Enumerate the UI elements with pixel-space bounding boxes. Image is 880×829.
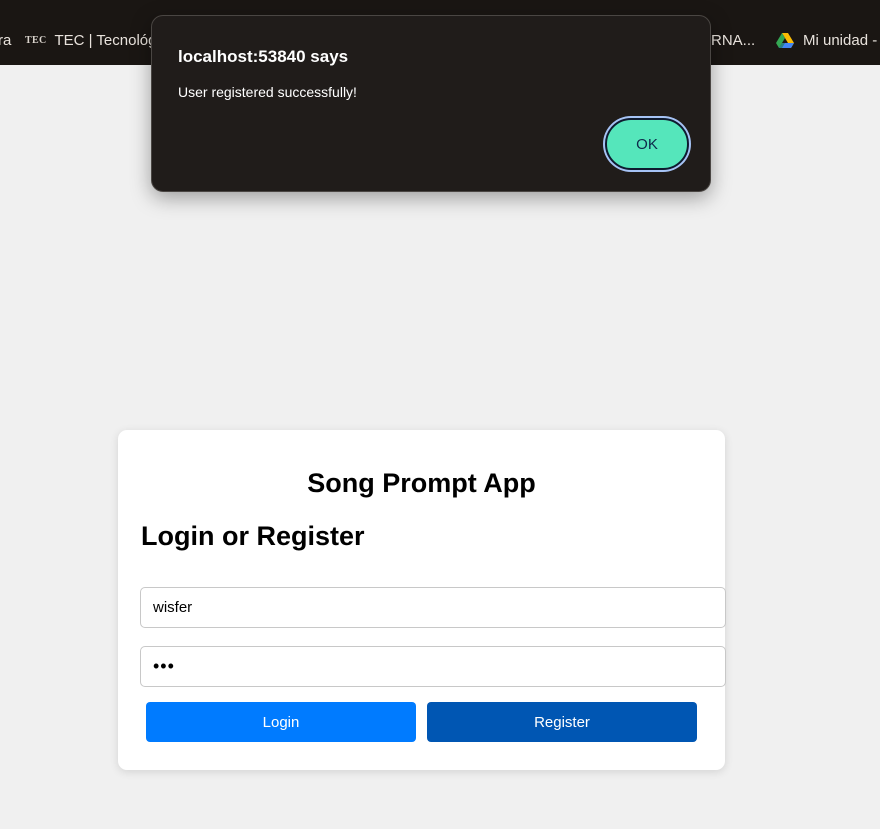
bookmark-partial-left-label: ra — [0, 32, 12, 49]
password-input[interactable] — [140, 646, 726, 687]
bookmark-partial-mid[interactable]: RNA... — [711, 32, 755, 49]
ok-button[interactable]: OK — [605, 118, 689, 170]
bookmark-drive[interactable]: Mi unidad - — [776, 32, 877, 49]
login-button[interactable]: Login — [146, 702, 416, 742]
google-drive-icon — [776, 32, 794, 48]
section-title: Login or Register — [141, 521, 365, 551]
tec-icon: TEC — [25, 35, 47, 46]
bookmark-tec[interactable]: TEC TEC | Tecnológi — [25, 32, 160, 49]
app-title: Song Prompt App — [307, 468, 536, 498]
bookmark-tec-label: TEC | Tecnológi — [54, 32, 160, 49]
bookmark-drive-label: Mi unidad - — [803, 32, 878, 49]
bookmark-partial-mid-label: RNA... — [711, 32, 756, 49]
dialog-message: User registered successfully! — [178, 84, 357, 100]
auth-card: Song Prompt App Login or Register Login … — [118, 430, 726, 770]
bookmark-partial-left[interactable]: ra — [0, 32, 11, 49]
alert-dialog: localhost:53840 says User registered suc… — [151, 15, 711, 192]
register-button[interactable]: Register — [427, 702, 697, 742]
dialog-title: localhost:53840 says — [178, 47, 349, 66]
username-input[interactable] — [140, 587, 726, 628]
